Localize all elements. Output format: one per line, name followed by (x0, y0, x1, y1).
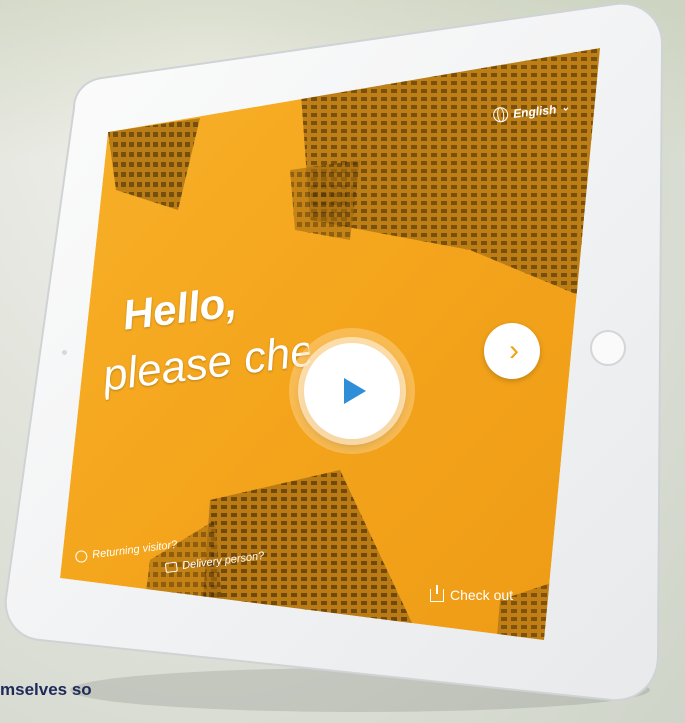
check-out-icon (430, 584, 444, 602)
globe-icon (492, 106, 509, 123)
page-caption: mselves so (0, 680, 92, 699)
front-camera (62, 350, 67, 355)
chevron-right-icon: › (509, 334, 519, 367)
play-button[interactable] (304, 343, 400, 439)
play-icon (344, 378, 366, 404)
delivery-icon (164, 561, 178, 574)
check-out-button[interactable]: Check out (430, 584, 514, 603)
chevron-down-icon: ⌄ (560, 102, 571, 114)
play-button-halo (289, 328, 415, 454)
next-button[interactable]: › (484, 323, 540, 379)
tablet-device: English ⌄ Hello, please check › Returnin… (0, 0, 685, 723)
check-out-label: Check out (450, 587, 514, 603)
returning-visitor-icon (74, 549, 89, 564)
home-button[interactable] (590, 330, 626, 366)
